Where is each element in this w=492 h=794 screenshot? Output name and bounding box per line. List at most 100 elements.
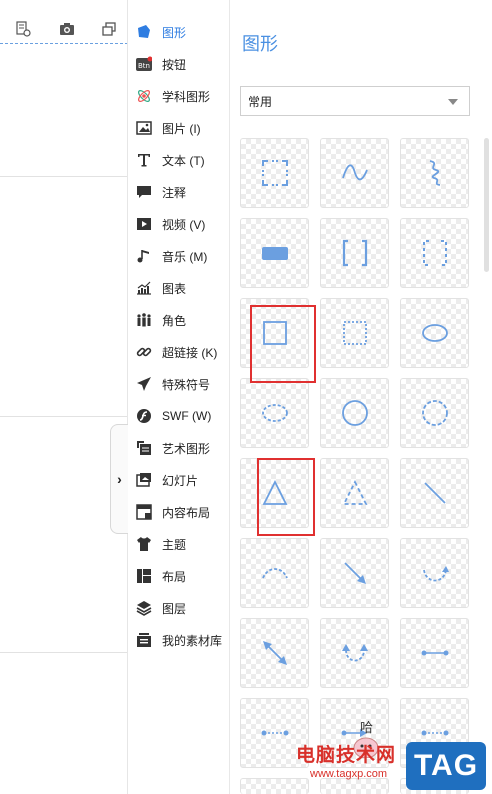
shape-dashed-arc[interactable]: [240, 538, 309, 608]
shape-diagonal-line[interactable]: [400, 458, 469, 528]
shape-square-brackets[interactable]: [320, 218, 389, 288]
comment-icon: [135, 183, 153, 201]
shape-icon: [135, 23, 153, 41]
arrow-diagonal-icon: [343, 562, 366, 584]
shape-dashed-circle[interactable]: [400, 378, 469, 448]
menu-item-label: 图表: [162, 281, 187, 296]
collapse-panel-button[interactable]: ›: [110, 424, 128, 534]
shape-triangle-outline[interactable]: [240, 458, 309, 528]
content-layout-icon: [135, 503, 153, 521]
wave-line-icon: [341, 164, 368, 181]
shape-dashed-triangle[interactable]: [320, 458, 389, 528]
menu-item-label: 我的素材库: [162, 633, 223, 648]
menu-item-hyperlink[interactable]: 超链接 (K): [129, 336, 230, 368]
svg-text:哈: 哈: [360, 721, 373, 736]
shape-circle-outline[interactable]: [320, 378, 389, 448]
canvas-toolbar: [0, 16, 128, 44]
shape-filled-rect[interactable]: [240, 218, 309, 288]
chevron-down-icon: [448, 99, 458, 105]
circle-outline-icon: [341, 400, 368, 426]
menu-item-label: 学科图形: [162, 89, 211, 104]
menu-item-special-symbols[interactable]: 特殊符号: [129, 368, 230, 400]
menu-item-label: 幻灯片: [162, 473, 199, 488]
shape-dotted-square[interactable]: [320, 298, 389, 368]
filled-rect-icon: [261, 247, 288, 260]
square-brackets-icon: [342, 239, 367, 267]
plane-icon: [135, 375, 153, 393]
shirt-icon: [135, 535, 153, 553]
canvas-divider: [0, 176, 128, 177]
shape-square-outline[interactable]: [240, 298, 309, 368]
panel-title: 图形: [242, 34, 278, 54]
shape-u-turn-arrow[interactable]: [320, 618, 389, 688]
people-icon: [135, 311, 153, 329]
video-icon: [135, 215, 153, 233]
layout-icon: [135, 567, 153, 585]
dashed-triangle-icon: [342, 479, 367, 505]
shape-dashed-rect-corners[interactable]: [240, 138, 309, 208]
camera-icon[interactable]: [58, 20, 76, 38]
canvas-border: [127, 0, 128, 794]
shape-double-arrow-diagonal[interactable]: [240, 618, 309, 688]
dashed-brackets-icon: [422, 240, 447, 266]
image-icon: [135, 119, 153, 137]
dashed-rect-corners-icon: [261, 160, 288, 186]
menu-item-label: 艺术图形: [162, 441, 211, 456]
menu-item-content-layout[interactable]: 内容布局: [129, 496, 230, 528]
menu-item-buttons[interactable]: Btn 按钮: [129, 48, 230, 80]
u-turn-arrow-icon: [341, 644, 368, 662]
menu-item-comment[interactable]: 注释: [129, 176, 230, 208]
watermark-tag-logo: TAG: [406, 742, 486, 790]
link-icon: [135, 343, 153, 361]
menu-item-image[interactable]: 图片 (I): [129, 112, 230, 144]
text-icon: [135, 151, 153, 169]
shape-dashed-ellipse[interactable]: [240, 378, 309, 448]
chevron-right-icon: ›: [117, 471, 122, 487]
menu-item-label: 角色: [162, 313, 187, 328]
document-settings-icon[interactable]: [14, 20, 32, 38]
menu-item-art-shapes[interactable]: 艺术图形: [129, 432, 230, 464]
menu-item-text[interactable]: 文本 (T): [129, 144, 230, 176]
shape-dot-line-dot[interactable]: [400, 618, 469, 688]
shape-arrow-diagonal[interactable]: [320, 538, 389, 608]
shape-dashed-brackets[interactable]: [400, 218, 469, 288]
dot-line-dot-icon: [421, 650, 448, 656]
menu-item-layout[interactable]: 布局: [129, 560, 230, 592]
category-dropdown[interactable]: 常用: [240, 86, 470, 116]
svg-text:Btn: Btn: [138, 62, 150, 70]
watermark-tag-text: TAG: [413, 749, 479, 782]
menu-item-my-library[interactable]: 我的素材库: [129, 624, 230, 656]
menu-item-layers[interactable]: 图层: [129, 592, 230, 624]
dashed-arc-icon: [261, 568, 288, 579]
dashed-circle-icon: [421, 400, 448, 426]
curly-line-icon: [429, 160, 440, 186]
shape-curly-line[interactable]: [400, 138, 469, 208]
atom-icon: [135, 87, 153, 105]
window-restore-icon[interactable]: [100, 20, 118, 38]
shape-dashed-curved-arrow[interactable]: [400, 538, 469, 608]
shape-ellipse-outline[interactable]: [400, 298, 469, 368]
menu-item-label: 特殊符号: [162, 377, 211, 392]
canvas-area[interactable]: [0, 0, 128, 794]
menu-item-swf[interactable]: SWF (W): [129, 400, 230, 432]
dashed-curved-arrow-icon: [422, 566, 449, 582]
menu-item-label: 文本 (T): [162, 153, 205, 168]
shape-wave-line[interactable]: [320, 138, 389, 208]
menu-item-music[interactable]: 音乐 (M): [129, 240, 230, 272]
menu-item-characters[interactable]: 角色: [129, 304, 230, 336]
canvas-divider: [0, 416, 128, 417]
menu-item-shapes[interactable]: 图形: [129, 16, 230, 48]
layers-icon: [135, 599, 153, 617]
menu-item-label: 注释: [162, 185, 187, 200]
menu-item-subject-shapes[interactable]: 学科图形: [129, 80, 230, 112]
menu-item-chart[interactable]: 图表: [129, 272, 230, 304]
menu-item-theme[interactable]: 主题: [129, 528, 230, 560]
menu-item-slides[interactable]: 幻灯片: [129, 464, 230, 496]
art-icon: [135, 439, 153, 457]
menu-item-video[interactable]: 视频 (V): [129, 208, 230, 240]
dotted-square-icon: [342, 321, 367, 345]
dashed-ellipse-icon: [261, 404, 288, 422]
panel-scrollbar[interactable]: [484, 138, 489, 272]
menu-item-label: 主题: [162, 537, 187, 552]
square-outline-icon: [262, 321, 287, 345]
